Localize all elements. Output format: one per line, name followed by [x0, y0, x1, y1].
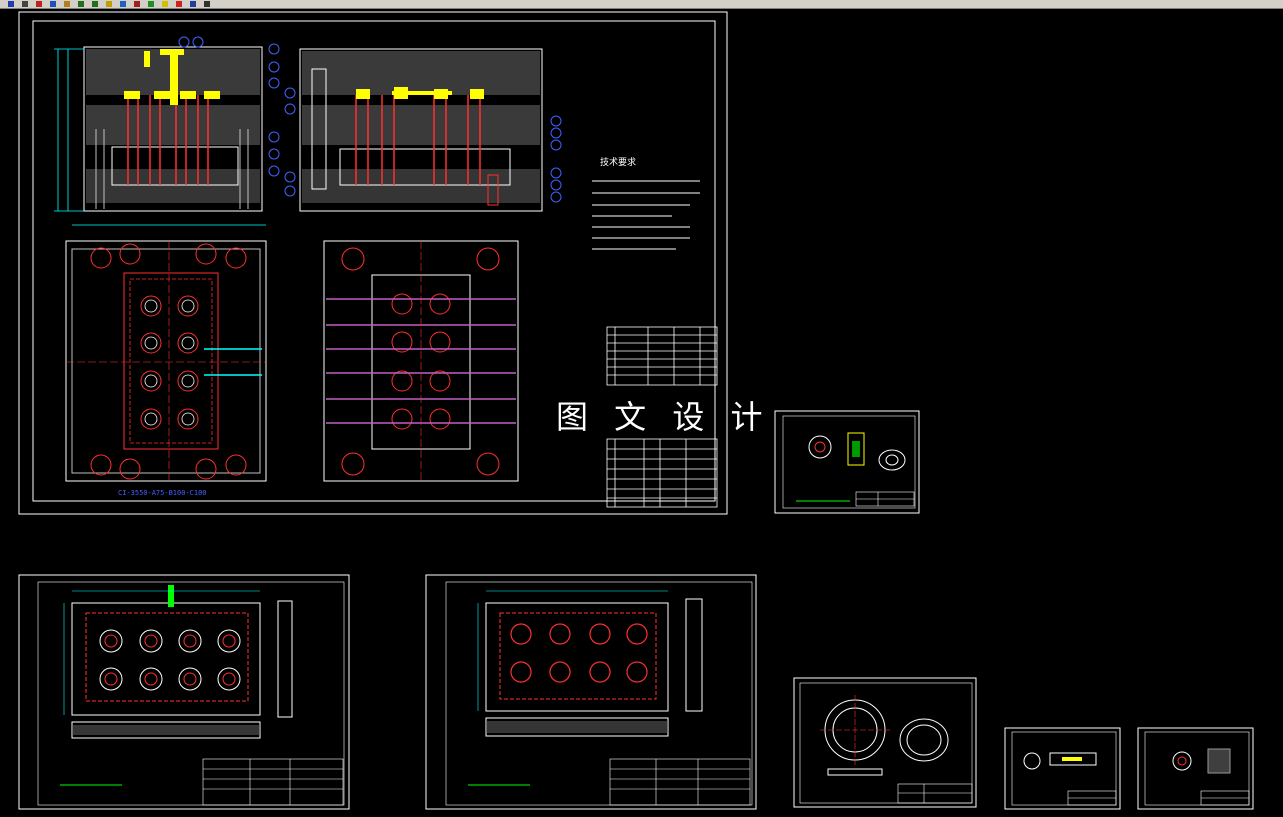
zoom-icon[interactable] [120, 1, 126, 7]
save-icon[interactable] [8, 1, 14, 7]
copy-icon[interactable] [50, 1, 56, 7]
part-sheet-plate-a[interactable] [18, 574, 350, 810]
help-icon[interactable] [204, 1, 210, 7]
mold-base-label: CI-3550-A75-B100-C100 [118, 489, 207, 497]
tech-req-title: 技术要求 [600, 156, 636, 168]
undo-icon[interactable] [78, 1, 84, 7]
cad-toolbar [0, 0, 1283, 9]
redo-icon[interactable] [92, 1, 98, 7]
layer-icon[interactable] [162, 1, 168, 7]
color-icon[interactable] [176, 1, 182, 7]
assembly-sheet[interactable]: CI-3550-A75-B100-C100 技术要求 [18, 11, 728, 515]
technical-requirements: 技术要求 [592, 156, 700, 250]
front-section-view [54, 46, 266, 226]
part-sheet-plate-b[interactable] [425, 574, 757, 810]
bottom-plan-view: CI-3550-A75-B100-C100 [65, 240, 267, 497]
properties-icon[interactable] [148, 1, 154, 7]
main-title-block [606, 438, 718, 508]
top-plan-view [323, 240, 519, 482]
parts-list-table [606, 326, 718, 386]
print-icon[interactable] [22, 1, 28, 7]
watermark-text: 图 文 设 计 [556, 398, 771, 436]
part-sheet-small-c[interactable] [1004, 727, 1121, 810]
cut-icon[interactable] [36, 1, 42, 7]
pan-icon[interactable] [106, 1, 112, 7]
part-sheet-small-d[interactable] [1137, 727, 1254, 810]
zoom-window-icon[interactable] [134, 1, 140, 7]
part-sheet-ring[interactable] [793, 677, 977, 808]
linetype-icon[interactable] [190, 1, 196, 7]
side-section-view [299, 48, 543, 212]
part-sheet-gate-insert[interactable] [774, 410, 920, 514]
paste-icon[interactable] [64, 1, 70, 7]
